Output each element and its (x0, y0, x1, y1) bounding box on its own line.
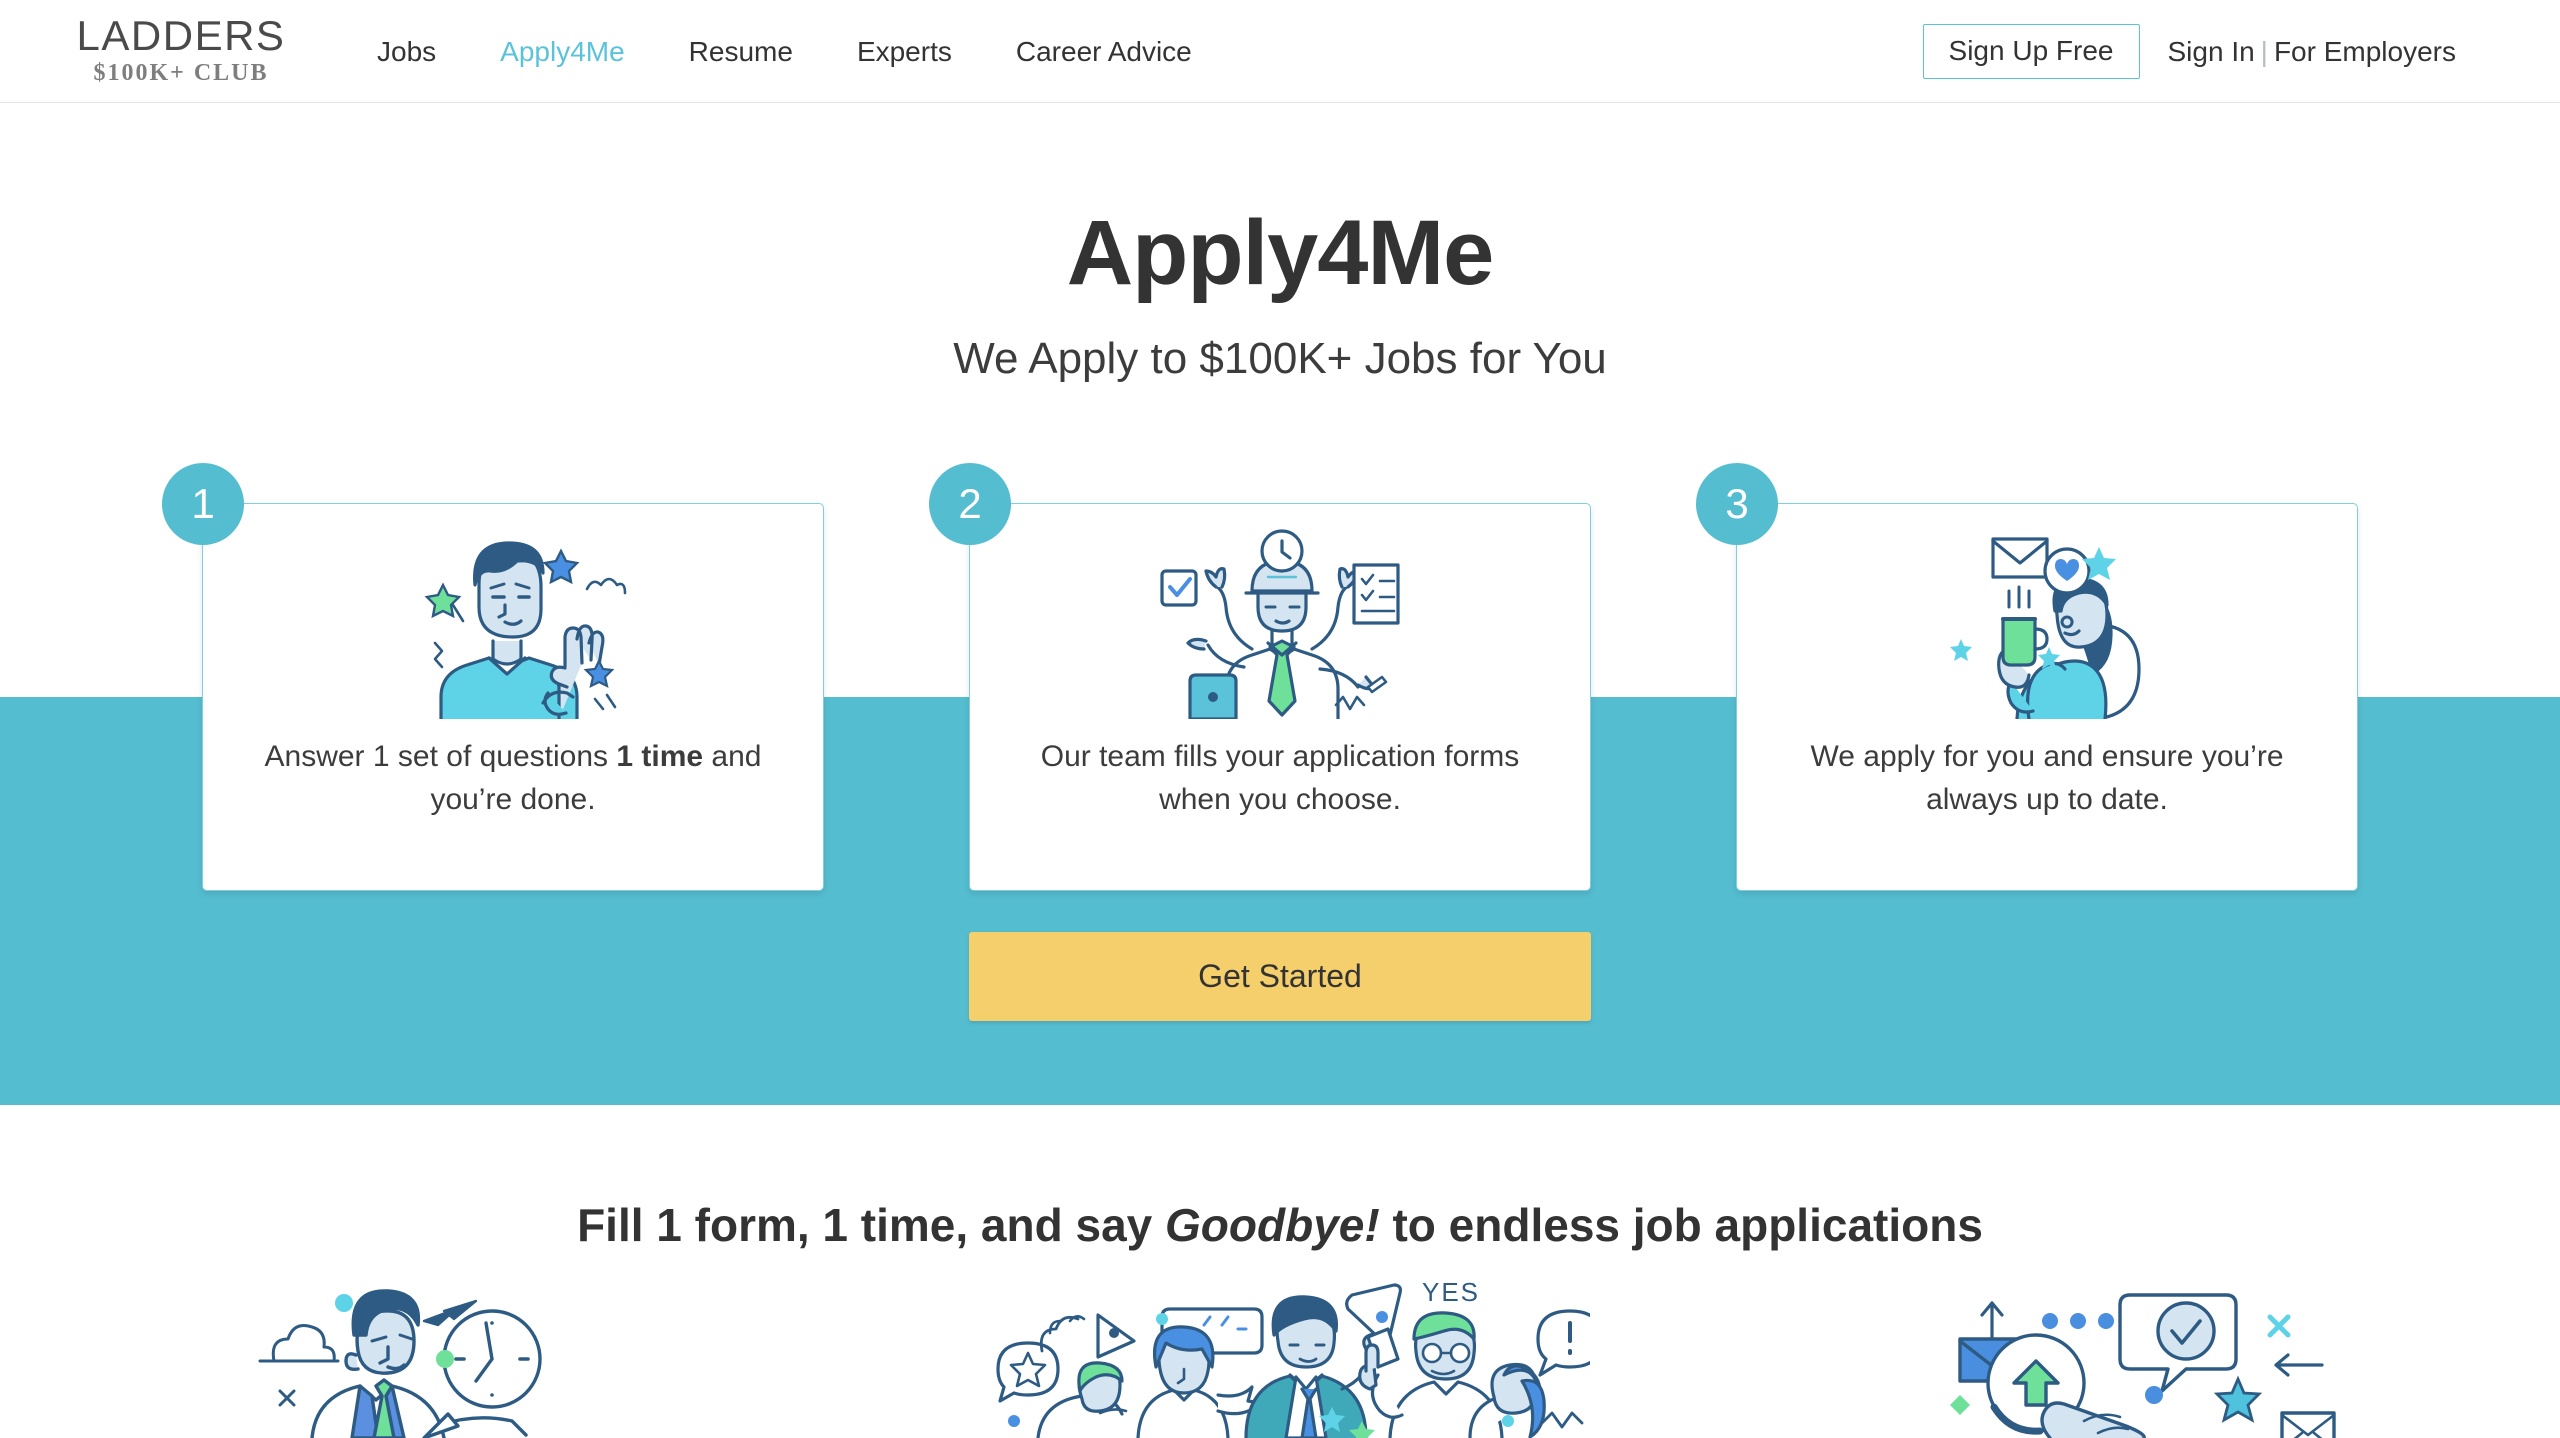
step-description-2: Our team fills your application forms wh… (1015, 736, 1545, 821)
hero-section: Apply4Me We Apply to $100K+ Jobs for You… (0, 103, 2560, 1105)
for-employers-link[interactable]: For Employers (2274, 36, 2456, 68)
nav-item-experts[interactable]: Experts (825, 0, 984, 103)
sign-up-free-button[interactable]: Sign Up Free (1922, 24, 2140, 79)
bottom-title-emphasis: Goodbye! (1165, 1199, 1380, 1251)
nav-item-resume[interactable]: Resume (657, 0, 825, 103)
bottom-section: Fill 1 form, 1 time, and say Goodbye! to… (0, 1105, 2560, 1438)
step-card-2: 2 Our team fills your application forms … (929, 463, 1591, 891)
step-text-bold-1: 1 time (616, 740, 704, 773)
header-actions: Sign Up Free Sign In | For Employers (1922, 0, 2456, 103)
step-description-1: Answer 1 set of questions 1 time and you… (248, 736, 778, 821)
bottom-title-part2: to endless job applications (1379, 1199, 1983, 1251)
step-card-3: 3 We apply for you and ensure you’re alw… (1696, 463, 2358, 891)
page-title: Apply4Me (1066, 202, 1495, 304)
logo-wordmark: LADDERS (76, 12, 286, 59)
hand-pressing-button-icon (1783, 1273, 2483, 1438)
nav-item-apply4me[interactable]: Apply4Me (468, 0, 657, 103)
site-logo[interactable]: LADDERS $100K+ CLUB (72, 12, 290, 86)
sign-in-link[interactable]: Sign In (2168, 36, 2255, 68)
primary-navigation: Jobs Apply4Me Resume Experts Career Advi… (345, 0, 1224, 103)
header-separator: | (2260, 35, 2268, 67)
nav-item-jobs[interactable]: Jobs (345, 0, 468, 103)
svg-text:YES: YES (1422, 1277, 1480, 1307)
step-card-1: 1 Answer 1 set of questions 1 time and y… (162, 463, 824, 891)
relaxing-person-mug-icon (1737, 524, 2357, 724)
step-text-before-2: Our team fills your application forms wh… (1040, 740, 1520, 816)
person-ok-hand-icon (203, 524, 823, 724)
bottom-illustrations: YES (0, 1273, 2560, 1438)
bottom-section-title: Fill 1 form, 1 time, and say Goodbye! to… (0, 1198, 2560, 1253)
nav-item-career-advice[interactable]: Career Advice (984, 0, 1224, 103)
site-header: LADDERS $100K+ CLUB Jobs Apply4Me Resume… (0, 0, 2560, 103)
cheering-team-megaphone-icon: YES (930, 1273, 1630, 1438)
get-started-button[interactable]: Get Started (969, 932, 1591, 1021)
multitasking-person-icon (970, 524, 1590, 724)
step-text-before-1: Answer 1 set of questions (264, 740, 617, 773)
logo-tagline: $100K+ CLUB (93, 60, 269, 86)
step-text-before-3: We apply for you and ensure you’re alway… (1810, 740, 2284, 816)
steps-container: 1 Answer 1 set of questions 1 time and y… (0, 463, 2560, 893)
man-with-clock-icon (77, 1273, 777, 1438)
bottom-title-part1: Fill 1 form, 1 time, and say (577, 1199, 1166, 1251)
step-description-3: We apply for you and ensure you’re alway… (1782, 736, 2312, 821)
page-subtitle: We Apply to $100K+ Jobs for You (953, 334, 1607, 383)
